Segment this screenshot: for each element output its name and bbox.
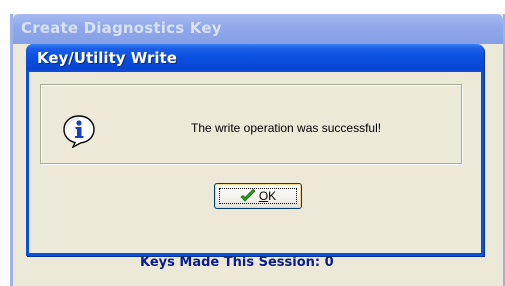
parent-window-title: Create Diagnostics Key [21,19,222,37]
message-text: The write operation was successful! [191,121,382,135]
dialog-title: Key/Utility Write [37,49,177,67]
dialog-body: The write operation was successful! OK [29,72,481,253]
ok-button[interactable]: OK [214,183,302,209]
ok-button-label: OK [258,189,277,203]
keys-made-counter: Keys Made This Session: 0 [140,255,334,270]
dialog-titlebar[interactable]: Key/Utility Write [26,44,484,72]
message-group-box: The write operation was successful! [40,84,462,164]
message-dialog: Key/Utility Write The write operation wa… [26,44,484,256]
parent-titlebar[interactable]: Create Diagnostics Key [13,14,503,44]
checkmark-icon [240,189,256,202]
info-icon [63,115,95,148]
